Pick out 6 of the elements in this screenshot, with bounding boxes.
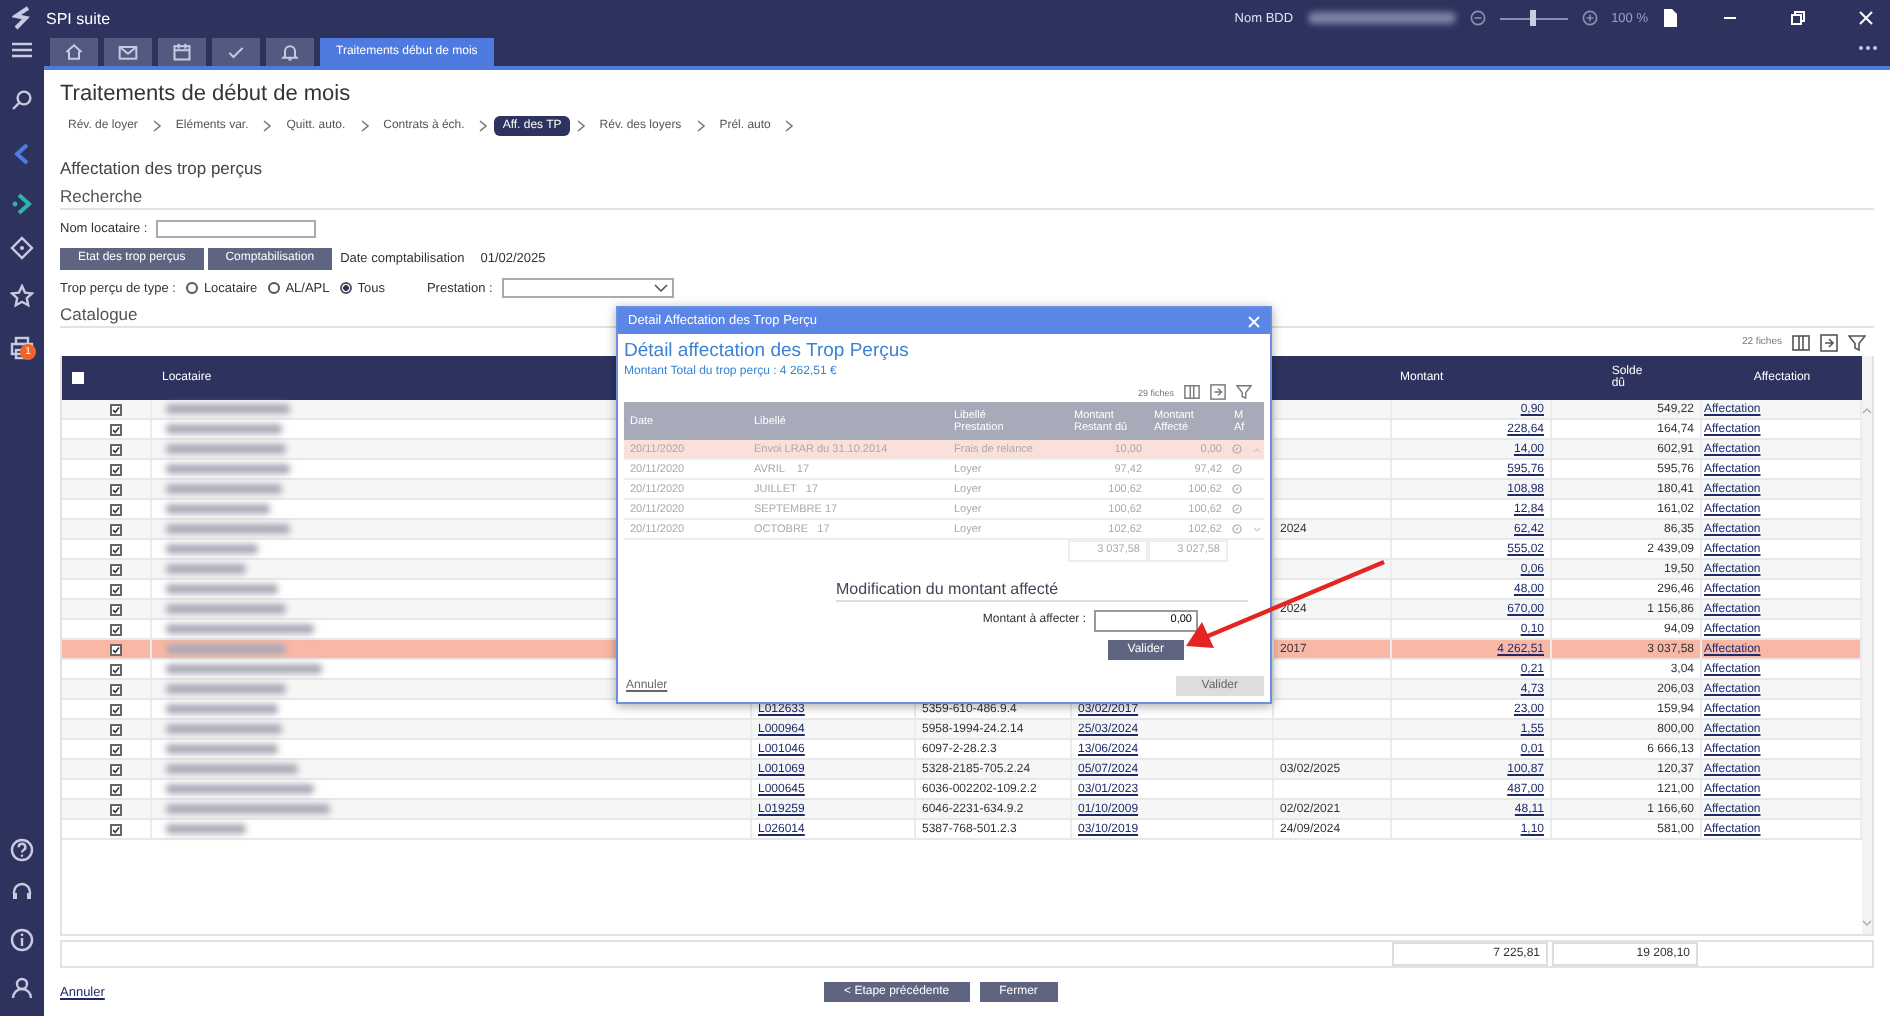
dialog-heading: Détail affectation des Trop Perçus: [624, 340, 911, 364]
section-heading: Recherche: [60, 186, 1874, 210]
section-title: Affectation des trop perçus: [60, 156, 264, 180]
app-title: SPI suite: [46, 9, 111, 27]
page-title: Traitements de début de mois: [60, 80, 353, 110]
section-heading: Modification du montant affecté: [836, 578, 1248, 602]
